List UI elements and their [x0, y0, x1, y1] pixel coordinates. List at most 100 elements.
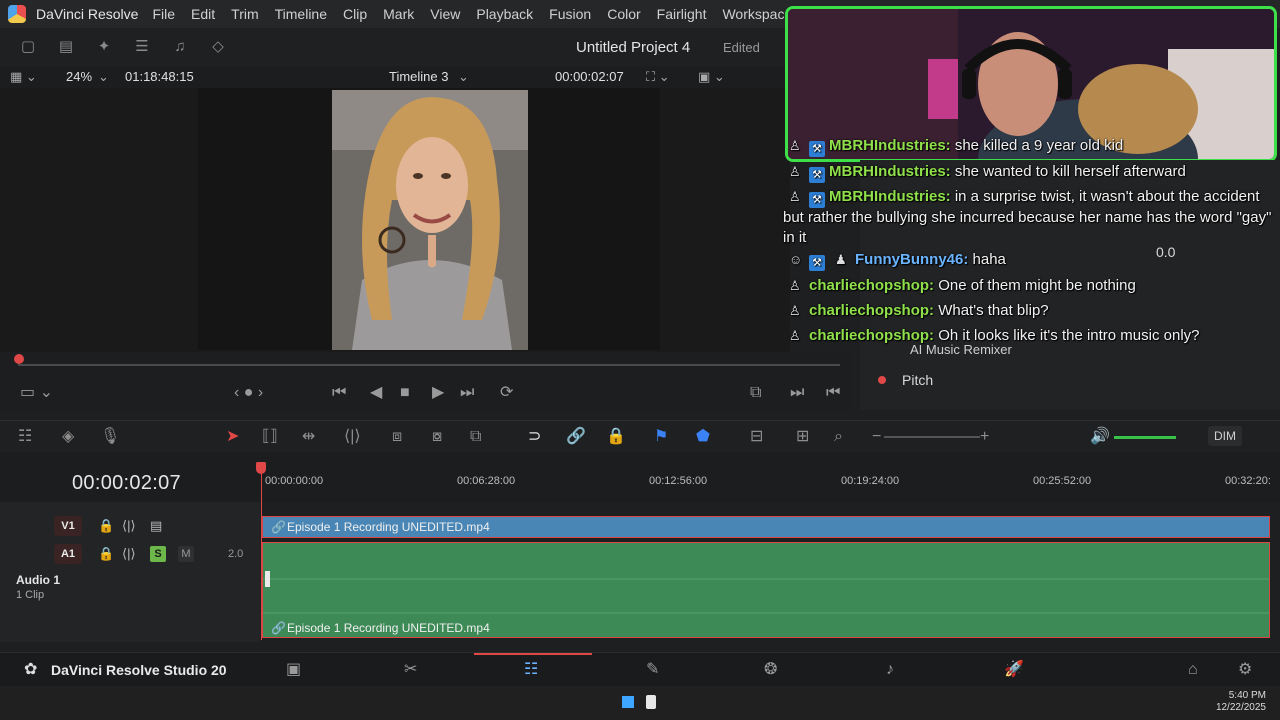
system-clock[interactable]: 5:40 PM 12/22/2025	[1216, 690, 1266, 714]
menu-clip[interactable]: Clip	[343, 6, 367, 22]
timeline-view-options-icon[interactable]: ☷	[18, 428, 32, 446]
stop-icon[interactable]: ■	[400, 384, 410, 402]
edit-page-icon[interactable]: ☷	[524, 661, 538, 679]
home-icon[interactable]: ⌂	[1188, 661, 1198, 679]
mute-button[interactable]: M	[178, 546, 194, 562]
color-page-icon[interactable]: ❂	[764, 661, 777, 679]
menu-edit[interactable]: Edit	[191, 6, 215, 22]
track-a1-label[interactable]: A1	[54, 544, 82, 564]
viewer-mode-icon[interactable]: ⛶ ⌄	[646, 69, 670, 85]
menu-mark[interactable]: Mark	[383, 6, 414, 22]
blade-tool-icon[interactable]: ⟨|⟩	[344, 428, 361, 446]
skip-to-end-icon[interactable]: ⏭	[460, 384, 474, 402]
track-lock-icon[interactable]: 🔒	[98, 546, 114, 562]
snapping-icon[interactable]: ⊃	[528, 428, 541, 446]
position-lock-icon[interactable]: 🔒	[606, 428, 626, 446]
skip-to-start-icon[interactable]: ⏮	[332, 384, 346, 402]
app-name-menu[interactable]: DaVinci Resolve	[36, 6, 138, 22]
fusion-page-icon[interactable]: ✎	[646, 661, 659, 679]
menu-view[interactable]: View	[430, 6, 460, 22]
user-icon: ♙	[789, 278, 801, 293]
menu-fusion[interactable]: Fusion	[549, 6, 591, 22]
zoom-custom-icon[interactable]: ⌕	[834, 428, 843, 446]
inspector-toggle-icon[interactable]: ◇	[208, 39, 228, 55]
settings-gear-icon[interactable]: ⚙	[1238, 661, 1252, 679]
safe-area-icon[interactable]: ▭ ⌄	[20, 384, 53, 402]
auto-track-icon[interactable]: ⟨|⟩	[122, 546, 136, 562]
sound-library-icon[interactable]: ♫	[170, 39, 190, 55]
davinci-logo-icon	[8, 5, 26, 23]
taskbar-app-icon[interactable]	[646, 695, 656, 709]
zoom-level[interactable]: 24%	[66, 69, 92, 84]
output-icon[interactable]: ▣ ⌄	[698, 69, 725, 85]
menu-playback[interactable]: Playback	[476, 6, 533, 22]
track-lock-icon[interactable]: 🔒	[98, 518, 114, 534]
speaker-icon[interactable]: 🔊	[1090, 428, 1110, 446]
keyframe-icon[interactable]: ◈	[62, 428, 74, 446]
pitch-enable-dot[interactable]	[878, 376, 886, 384]
menu-file[interactable]: File	[152, 6, 175, 22]
menu-trim[interactable]: Trim	[231, 6, 258, 22]
zoom-fit-icon[interactable]: ⊟	[750, 428, 763, 446]
voiceover-mic-icon[interactable]: 🎙	[100, 428, 120, 446]
scrubber-track[interactable]	[18, 364, 840, 366]
menu-workspace[interactable]: Workspace	[722, 6, 792, 22]
user-icon: ♙	[789, 328, 801, 343]
ruler-label: 00:00:00:00	[265, 475, 324, 487]
viewer-layout-icon[interactable]: ▦ ⌄	[10, 69, 37, 85]
windows-start-icon[interactable]	[622, 696, 634, 708]
track-visibility-icon[interactable]: ▤	[150, 518, 162, 534]
media-page-icon[interactable]: ▣	[286, 661, 301, 679]
chat-username: charliechopshop:	[809, 302, 935, 319]
scrubber-playhead[interactable]	[14, 354, 24, 364]
zoom-out-icon[interactable]: −	[872, 428, 881, 446]
edit-index-icon[interactable]: ☰	[132, 39, 152, 55]
video-clip[interactable]: 🔗 Episode 1 Recording UNEDITED.mp4	[262, 516, 1270, 538]
insert-clip-icon[interactable]: ⧈	[392, 428, 402, 446]
zoom-dropdown-icon[interactable]: ⌄	[98, 69, 109, 85]
track-v1-label[interactable]: V1	[54, 516, 82, 536]
effects-icon[interactable]: ▤	[56, 39, 76, 55]
audio-clip[interactable]: 🔗 Episode 1 Recording UNEDITED.mp4	[262, 542, 1270, 638]
trim-tool-icon[interactable]: ⟦⟧	[262, 428, 278, 446]
selection-tool-icon[interactable]: ➤	[226, 428, 239, 446]
zoom-detail-icon[interactable]: ⊞	[796, 428, 809, 446]
prev-next-edit-icon[interactable]: ‹ ● ›	[234, 384, 263, 402]
auto-track-icon[interactable]: ⟨|⟩	[122, 518, 136, 534]
timeline-name[interactable]: Timeline 3	[389, 69, 448, 84]
match-frame-icon[interactable]: ⧉	[750, 384, 761, 402]
last-frame-icon[interactable]: ⏮	[826, 384, 840, 402]
dim-button[interactable]: DIM	[1208, 426, 1242, 446]
viewer-scrubber[interactable]	[0, 352, 850, 378]
play-reverse-icon[interactable]: ◀	[370, 384, 382, 402]
play-icon[interactable]: ▶	[432, 384, 444, 402]
user-icon: ♙	[789, 138, 801, 153]
timeline-playhead-line[interactable]	[261, 472, 262, 640]
media-pool-icon[interactable]: ▢	[18, 39, 38, 55]
magic-wand-icon[interactable]: ✦	[94, 39, 114, 55]
menu-fairlight[interactable]: Fairlight	[657, 6, 707, 22]
menu-color[interactable]: Color	[607, 6, 640, 22]
next-clip-icon[interactable]: ⏭	[790, 384, 804, 402]
pitch-row[interactable]: Pitch	[878, 372, 933, 388]
monitor-volume-slider[interactable]	[1114, 436, 1176, 439]
flag-icon[interactable]: ⚑	[654, 428, 668, 446]
menu-timeline[interactable]: Timeline	[275, 6, 327, 22]
marker-icon[interactable]: ⬟	[696, 428, 710, 446]
deliver-page-icon[interactable]: 🚀	[1004, 661, 1024, 679]
overwrite-clip-icon[interactable]: ⧇	[432, 428, 442, 446]
chat-text: she wanted to kill herself afterward	[954, 163, 1186, 180]
timeline-zoom-slider[interactable]	[884, 436, 980, 438]
solo-button[interactable]: S	[150, 546, 166, 562]
cut-page-icon[interactable]: ✂	[404, 661, 417, 679]
chat-username: MBRHIndustries:	[829, 163, 951, 180]
link-icon: 🔗	[271, 621, 286, 635]
loop-icon[interactable]: ⟳	[500, 384, 513, 402]
dynamic-trim-icon[interactable]: ⇹	[302, 428, 315, 446]
fairlight-page-icon[interactable]: ♪	[886, 661, 894, 679]
zoom-in-icon[interactable]: +	[980, 428, 989, 446]
clock-time: 5:40 PM	[1228, 690, 1266, 701]
replace-clip-icon[interactable]: ⧉	[470, 428, 481, 446]
linked-selection-icon[interactable]: 🔗	[566, 428, 586, 446]
timeline-dropdown-icon[interactable]: ⌄	[458, 69, 469, 85]
